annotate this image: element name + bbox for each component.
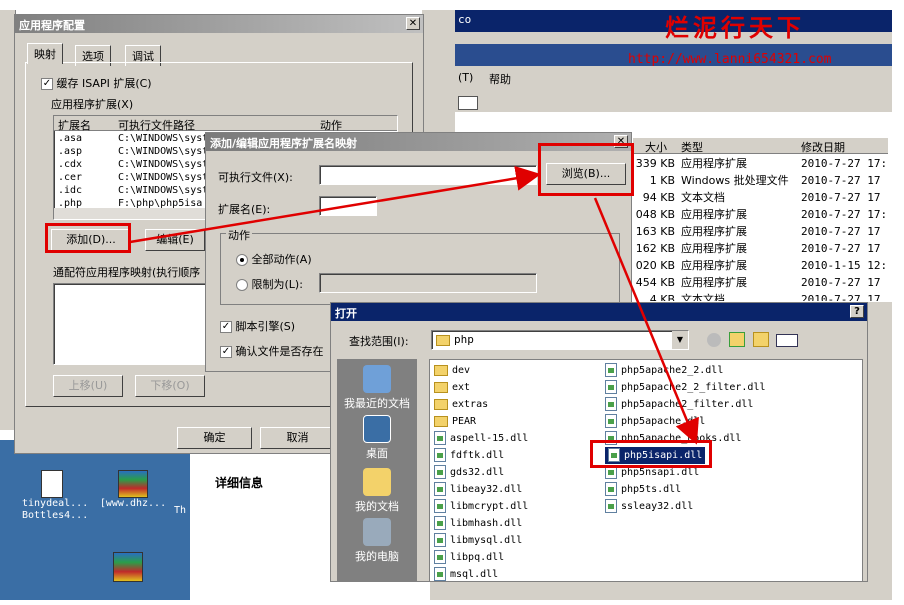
arrow-add-to-browse — [129, 165, 541, 244]
highlight-php5isapi — [590, 440, 712, 468]
highlight-add — [45, 223, 131, 253]
arrow-browse-to-file — [593, 197, 699, 445]
tab-mapping[interactable]: 映射 — [27, 43, 63, 64]
highlight-browse — [538, 143, 634, 196]
watermark-url: http://www.lanni654321.com — [628, 52, 832, 67]
watermark-title: 烂泥行天下 — [665, 13, 805, 42]
annotation-overlay — [129, 165, 699, 445]
screenshot-frame: tinydeal... Bottles4... [www.dhz... Th c… — [0, 0, 904, 605]
